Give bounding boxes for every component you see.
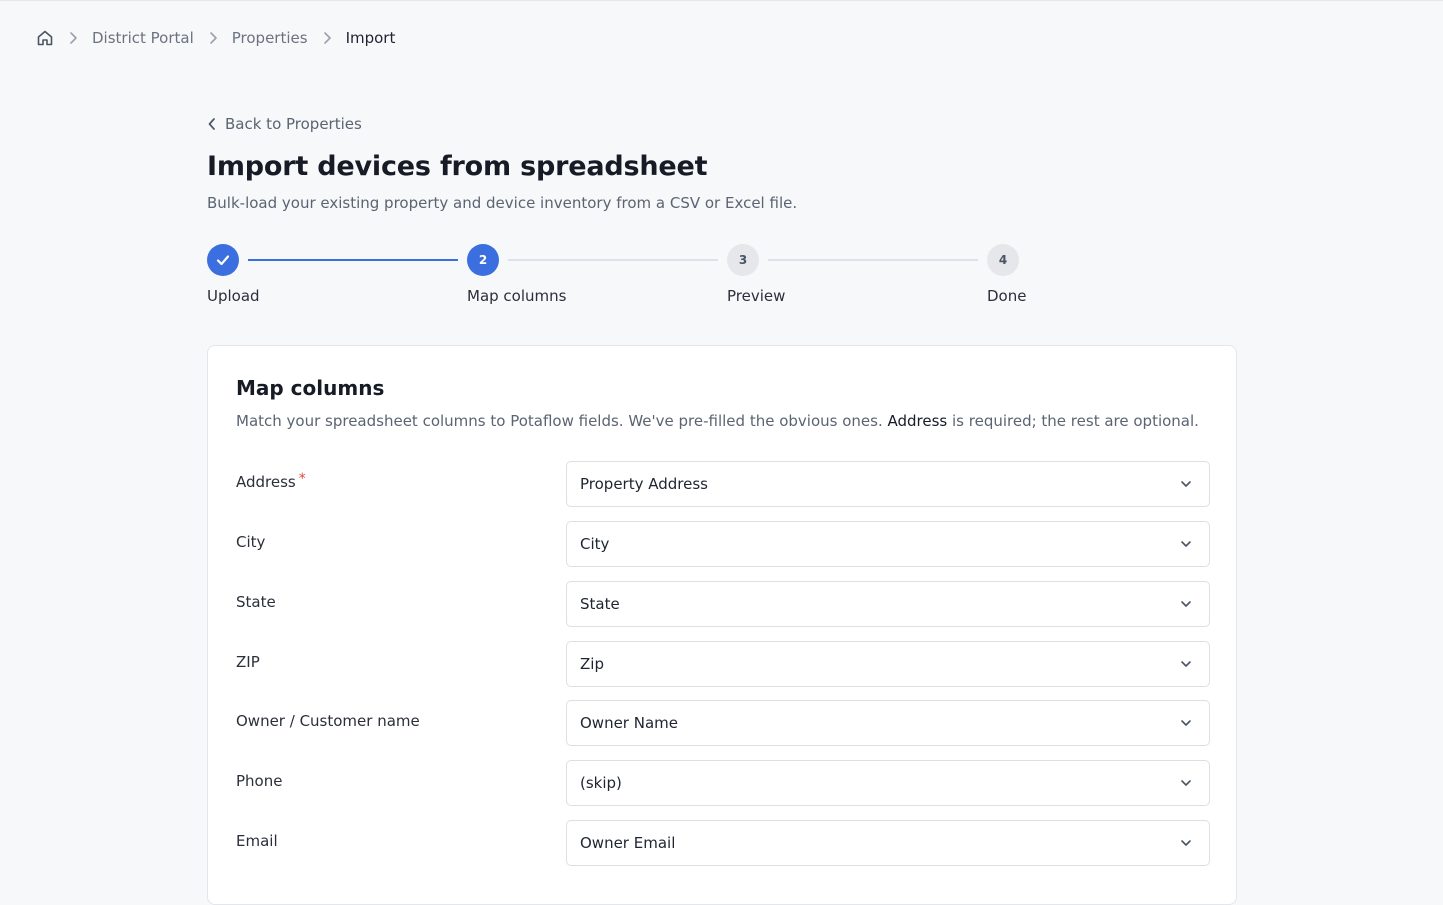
step-upload-label: Upload [207, 287, 260, 305]
chevron-down-icon [1179, 716, 1193, 730]
select-value: Owner Name [580, 714, 678, 732]
chevron-down-icon [1179, 657, 1193, 671]
select-value: Owner Email [580, 834, 676, 852]
field-label: Address * [236, 471, 306, 491]
step-map-columns-label: Map columns [467, 287, 567, 305]
field-label: Phone [236, 772, 283, 790]
back-to-properties-link[interactable]: Back to Properties [207, 115, 362, 133]
card-description-text: is required; the rest are optional. [947, 412, 1199, 430]
address-column-select[interactable]: Property Address [566, 461, 1210, 507]
select-value: (skip) [580, 774, 622, 792]
card-title: Map columns [236, 376, 385, 400]
email-column-select[interactable]: Owner Email [566, 820, 1210, 866]
field-label: ZIP [236, 653, 260, 671]
card-description: Match your spreadsheet columns to Potafl… [236, 412, 1199, 430]
field-label: City [236, 533, 266, 551]
field-row-owner-name: Owner / Customer name Owner Name [236, 700, 1210, 746]
step-preview-indicator: 3 [727, 244, 759, 276]
chevron-right-icon [194, 31, 232, 45]
back-link-label: Back to Properties [225, 115, 362, 133]
step-map-columns-indicator: 2 [467, 244, 499, 276]
step-done-label: Done [987, 287, 1027, 305]
step-done-indicator: 4 [987, 244, 1019, 276]
card-description-text: Match your spreadsheet columns to Potafl… [236, 412, 888, 430]
chevron-down-icon [1179, 477, 1193, 491]
step-connector [248, 259, 458, 261]
step-connector [768, 259, 978, 261]
select-value: Zip [580, 655, 604, 673]
step-upload-indicator [207, 244, 239, 276]
chevron-down-icon [1179, 836, 1193, 850]
breadcrumb: District Portal Properties Import [36, 27, 395, 49]
chevron-right-icon [308, 31, 346, 45]
chevron-down-icon [1179, 597, 1193, 611]
phone-column-select[interactable]: (skip) [566, 760, 1210, 806]
check-icon [215, 252, 231, 268]
page-subtitle: Bulk-load your existing property and dev… [207, 194, 798, 212]
select-value: State [580, 595, 620, 613]
breadcrumb-properties[interactable]: Properties [232, 29, 308, 47]
field-label-text: Address [236, 473, 296, 491]
state-column-select[interactable]: State [566, 581, 1210, 627]
field-row-address: Address * Property Address [236, 461, 1210, 507]
city-column-select[interactable]: City [566, 521, 1210, 567]
select-value: City [580, 535, 610, 553]
field-label: Email [236, 832, 278, 850]
chevron-left-icon [207, 117, 217, 131]
page-title: Import devices from spreadsheet [207, 151, 708, 182]
card-description-emphasis: Address [887, 412, 948, 430]
import-stepper: 2 3 4 Upload Map columns Preview Done [207, 244, 1037, 314]
field-row-phone: Phone (skip) [236, 760, 1210, 806]
chevron-down-icon [1179, 776, 1193, 790]
select-value: Property Address [580, 475, 708, 493]
breadcrumb-import: Import [345, 29, 396, 47]
map-columns-card: Map columns Match your spreadsheet colum… [207, 345, 1237, 905]
required-asterisk: * [298, 471, 306, 487]
field-row-state: State State [236, 581, 1210, 627]
field-label: State [236, 593, 276, 611]
field-row-email: Email Owner Email [236, 820, 1210, 866]
step-connector [508, 259, 718, 261]
field-row-city: City City [236, 521, 1210, 567]
step-preview-label: Preview [727, 287, 786, 305]
zip-column-select[interactable]: Zip [566, 641, 1210, 687]
chevron-down-icon [1179, 537, 1193, 551]
home-icon[interactable] [36, 29, 54, 47]
field-label: Owner / Customer name [236, 712, 420, 730]
owner-name-column-select[interactable]: Owner Name [566, 700, 1210, 746]
chevron-right-icon [54, 31, 92, 45]
field-row-zip: ZIP Zip [236, 641, 1210, 687]
breadcrumb-district-portal[interactable]: District Portal [92, 29, 194, 47]
